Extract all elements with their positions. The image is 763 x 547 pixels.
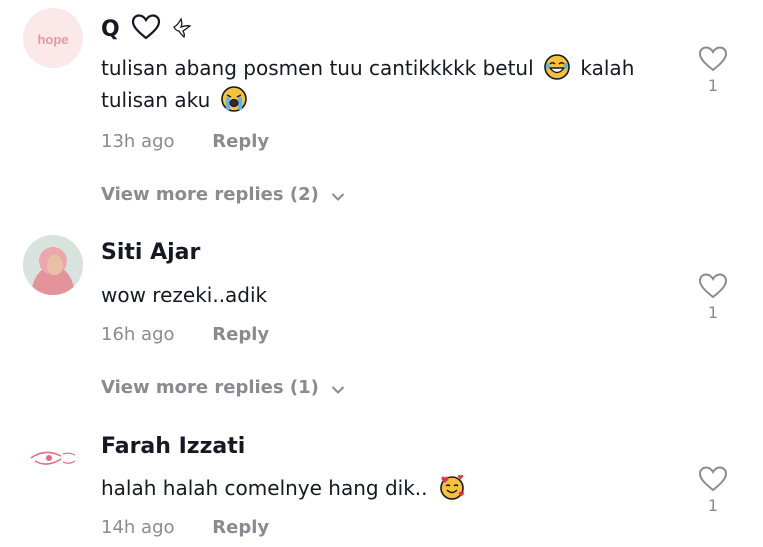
view-more-replies-button[interactable]: View more replies (2): [101, 184, 345, 205]
view-more-replies-button[interactable]: View more replies (1): [101, 377, 345, 398]
reply-button[interactable]: Reply: [212, 131, 269, 152]
avatar[interactable]: hope: [23, 8, 83, 68]
like-button[interactable]: 1: [697, 273, 729, 322]
heart-outline-like-icon: [698, 466, 728, 492]
crying-emoji-icon: [220, 86, 247, 112]
chevron-down-icon: [331, 193, 345, 201]
smiling-hearts-emoji-icon: [440, 474, 465, 500]
joy-emoji-icon: [544, 54, 570, 80]
svg-text:hope: hope: [37, 32, 68, 47]
comment-username[interactable]: Q: [101, 14, 193, 42]
like-count: 1: [707, 76, 719, 95]
comment-text: tulisan abang posmen tuu cantikkkkk betu…: [101, 54, 635, 112]
like-button[interactable]: 1: [697, 46, 729, 95]
reply-button[interactable]: Reply: [212, 517, 269, 538]
comment-timestamp: 13h ago: [101, 131, 175, 152]
comment-username[interactable]: Farah Izzati: [101, 434, 245, 459]
avatar-hope-logo: hope: [37, 32, 68, 47]
comment-meta: 13h ago Reply: [101, 131, 269, 152]
comment-meta: 14h ago Reply: [101, 517, 269, 538]
heart-icon: [132, 14, 161, 40]
comment-meta: 16h ago Reply: [101, 324, 269, 345]
comment-text: wow rezeki..adik: [101, 283, 268, 307]
avatar[interactable]: [23, 235, 83, 295]
comment-text: halah halah comelnye hang dik..: [101, 472, 681, 504]
like-count: 1: [707, 496, 719, 515]
heart-outline-like-icon: [698, 46, 728, 72]
chevron-down-icon: [331, 386, 345, 394]
avatar-photo: [23, 235, 83, 295]
heart-outline-like-icon: [698, 273, 728, 299]
avatar-eye-sketch: [30, 451, 76, 465]
comment-timestamp: 16h ago: [101, 324, 175, 345]
comment-username[interactable]: Siti Ajar: [101, 240, 200, 265]
avatar[interactable]: [23, 428, 83, 488]
dove-icon: [173, 17, 192, 39]
like-count: 1: [707, 303, 719, 322]
comment-timestamp: 14h ago: [101, 517, 175, 538]
like-button[interactable]: 1: [697, 466, 729, 515]
reply-button[interactable]: Reply: [212, 324, 269, 345]
